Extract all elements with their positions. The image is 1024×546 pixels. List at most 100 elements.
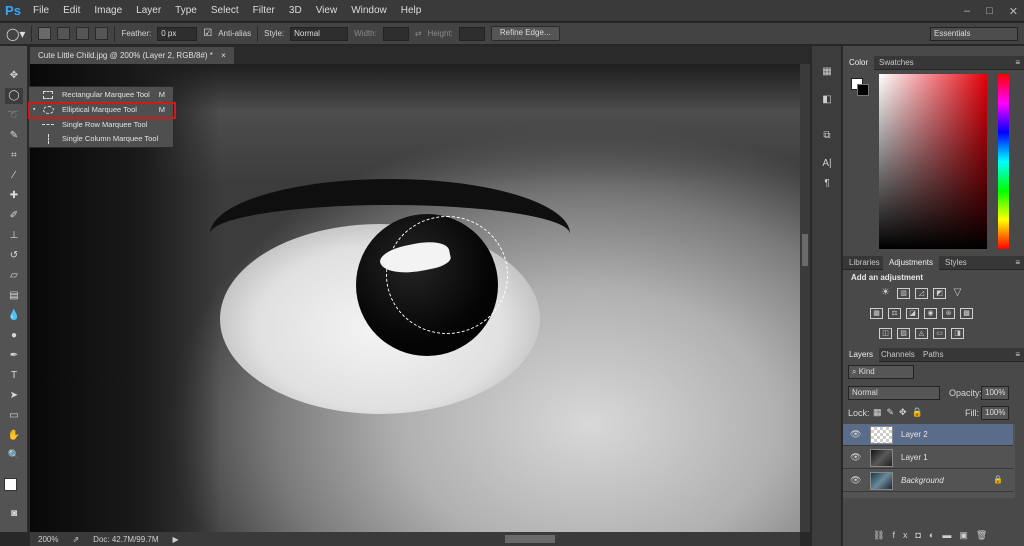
vertical-scrollbar[interactable] [800, 64, 810, 532]
foreground-color-swatch[interactable] [4, 478, 17, 491]
gradient-map-icon[interactable]: ▭ [933, 328, 946, 339]
status-menu-icon[interactable]: ▶ [173, 535, 179, 544]
add-mask-icon[interactable]: ◘ [915, 530, 928, 540]
flyout-item-rectangular[interactable]: Rectangular Marquee Tool M [29, 88, 173, 102]
document-tab[interactable]: Cute Little Child.jpg @ 200% (Layer 2, R… [30, 47, 234, 64]
close-button[interactable]: ✕ [1009, 5, 1018, 18]
history-panel-icon[interactable]: ▦ [820, 66, 834, 80]
vibrance-icon[interactable]: ▽ [951, 288, 964, 299]
path-select-icon[interactable]: ➤ [5, 388, 23, 404]
hue-saturation-icon[interactable]: ▦ [870, 308, 883, 319]
style-select[interactable]: Normal [290, 26, 349, 41]
tab-channels[interactable]: Channels [875, 348, 921, 362]
share-icon[interactable]: ⇗ [72, 535, 79, 544]
panel-menu-icon[interactable]: ≡ [1015, 58, 1020, 67]
dodge-tool-icon[interactable]: ● [5, 328, 23, 344]
threshold-icon[interactable]: ◬ [915, 328, 928, 339]
opacity-input[interactable]: 100% [981, 386, 1009, 400]
clone-stamp-icon[interactable]: ⊥ [5, 228, 23, 244]
marquee-tool-icon[interactable]: ◯ [5, 88, 23, 104]
flyout-item-single-row[interactable]: Single Row Marquee Tool [29, 118, 173, 132]
horizontal-scroll-thumb[interactable] [505, 535, 555, 543]
workspace-select[interactable]: Essentials [930, 26, 1018, 41]
move-tool-icon[interactable]: ✥ [5, 68, 23, 84]
invert-icon[interactable]: ◫ [879, 328, 892, 339]
new-selection-icon[interactable] [38, 27, 52, 40]
visibility-eye-icon[interactable]: 👁 [850, 475, 861, 486]
menu-image[interactable]: Image [87, 0, 129, 22]
color-field[interactable] [879, 74, 987, 249]
visibility-eye-icon[interactable]: 👁 [850, 452, 861, 463]
color-balance-icon[interactable]: ⚖ [888, 308, 901, 319]
curves-icon[interactable]: ◿ [915, 288, 928, 299]
photo-filter-icon[interactable]: ◉ [924, 308, 937, 319]
layer-row-background[interactable]: 👁 Background 🔒 [843, 470, 1013, 492]
tab-layers[interactable]: Layers [843, 348, 880, 362]
fill-input[interactable]: 100% [981, 406, 1009, 420]
zoom-level[interactable]: 200% [38, 535, 58, 544]
gradient-tool-icon[interactable]: ▤ [5, 288, 23, 304]
pen-tool-icon[interactable]: ✒ [5, 348, 23, 364]
selective-color-icon[interactable]: ◨ [951, 328, 964, 339]
fx-icon[interactable]: fx [892, 530, 915, 540]
zoom-tool-icon[interactable]: 🔍 [5, 448, 23, 464]
paragraph-panel-icon[interactable]: ¶ [820, 178, 834, 192]
visibility-eye-icon[interactable]: 👁 [850, 429, 861, 440]
link-layers-icon[interactable]: ⛓ [873, 530, 892, 540]
menu-window[interactable]: Window [344, 0, 394, 22]
type-tool-icon[interactable]: T [5, 368, 23, 384]
levels-icon[interactable]: ▥ [897, 288, 910, 299]
menu-view[interactable]: View [309, 0, 345, 22]
layer-name[interactable]: Layer 2 [901, 424, 928, 446]
black-white-icon[interactable]: ◪ [906, 308, 919, 319]
brush-panel-icon[interactable]: ⧉ [820, 130, 834, 144]
new-layer-icon[interactable]: ▣ [959, 530, 976, 540]
tab-styles[interactable]: Styles [939, 256, 973, 270]
quick-mask-icon[interactable]: ◙ [5, 506, 23, 522]
tab-libraries[interactable]: Libraries [843, 256, 886, 270]
menu-type[interactable]: Type [168, 0, 204, 22]
close-tab-icon[interactable]: × [221, 51, 226, 60]
quick-select-tool-icon[interactable]: ✎ [5, 128, 23, 144]
menu-edit[interactable]: Edit [56, 0, 87, 22]
color-lookup-icon[interactable]: ▩ [960, 308, 973, 319]
new-group-icon[interactable]: ▬ [942, 530, 959, 540]
tab-adjustments[interactable]: Adjustments [883, 256, 940, 270]
delete-layer-icon[interactable]: 🗑 [976, 530, 995, 540]
swap-icon[interactable]: ⇄ [415, 29, 422, 38]
minimize-button[interactable]: – [964, 5, 970, 17]
menu-select[interactable]: Select [204, 0, 246, 22]
brush-tool-icon[interactable]: ✐ [5, 208, 23, 224]
properties-panel-icon[interactable]: ◧ [820, 94, 834, 108]
feather-input[interactable]: 0 px [157, 26, 198, 41]
menu-file[interactable]: File [26, 0, 56, 22]
layer-name[interactable]: Background [901, 470, 944, 492]
history-brush-icon[interactable]: ↺ [5, 248, 23, 264]
blend-mode-select[interactable]: Normal [848, 386, 940, 400]
blur-tool-icon[interactable]: 💧 [5, 308, 23, 324]
eraser-tool-icon[interactable]: ▱ [5, 268, 23, 284]
posterize-icon[interactable]: ▨ [897, 328, 910, 339]
antialias-checkbox[interactable]: ☑ [203, 28, 212, 39]
panel-menu-icon[interactable]: ≡ [1015, 258, 1020, 267]
lasso-tool-icon[interactable]: ➰ [5, 108, 23, 124]
tab-color[interactable]: Color [843, 56, 875, 70]
bg-color-swatch[interactable] [857, 84, 869, 96]
exposure-icon[interactable]: ◩ [933, 288, 946, 299]
adjustment-layer-icon[interactable]: ◐ [929, 530, 942, 540]
height-input[interactable] [458, 26, 485, 41]
layer-filter-select[interactable]: ⌕ Kind [848, 365, 914, 379]
vertical-scroll-thumb[interactable] [802, 234, 808, 266]
brightness-icon[interactable]: ☀ [879, 288, 892, 299]
layer-name[interactable]: Layer 1 [901, 447, 928, 469]
menu-help[interactable]: Help [394, 0, 429, 22]
healing-brush-icon[interactable]: ✚ [5, 188, 23, 204]
layer-row-layer-1[interactable]: 👁 Layer 1 [843, 447, 1013, 469]
width-input[interactable] [382, 26, 409, 41]
lock-icons[interactable]: ▦✎✥🔒 [873, 407, 928, 418]
crop-tool-icon[interactable]: ⌗ [5, 148, 23, 164]
subtract-from-selection-icon[interactable] [76, 27, 90, 40]
rectangle-tool-icon[interactable]: ▭ [5, 408, 23, 424]
hand-tool-icon[interactable]: ✋ [5, 428, 23, 444]
flyout-item-single-column[interactable]: Single Column Marquee Tool [29, 132, 173, 146]
